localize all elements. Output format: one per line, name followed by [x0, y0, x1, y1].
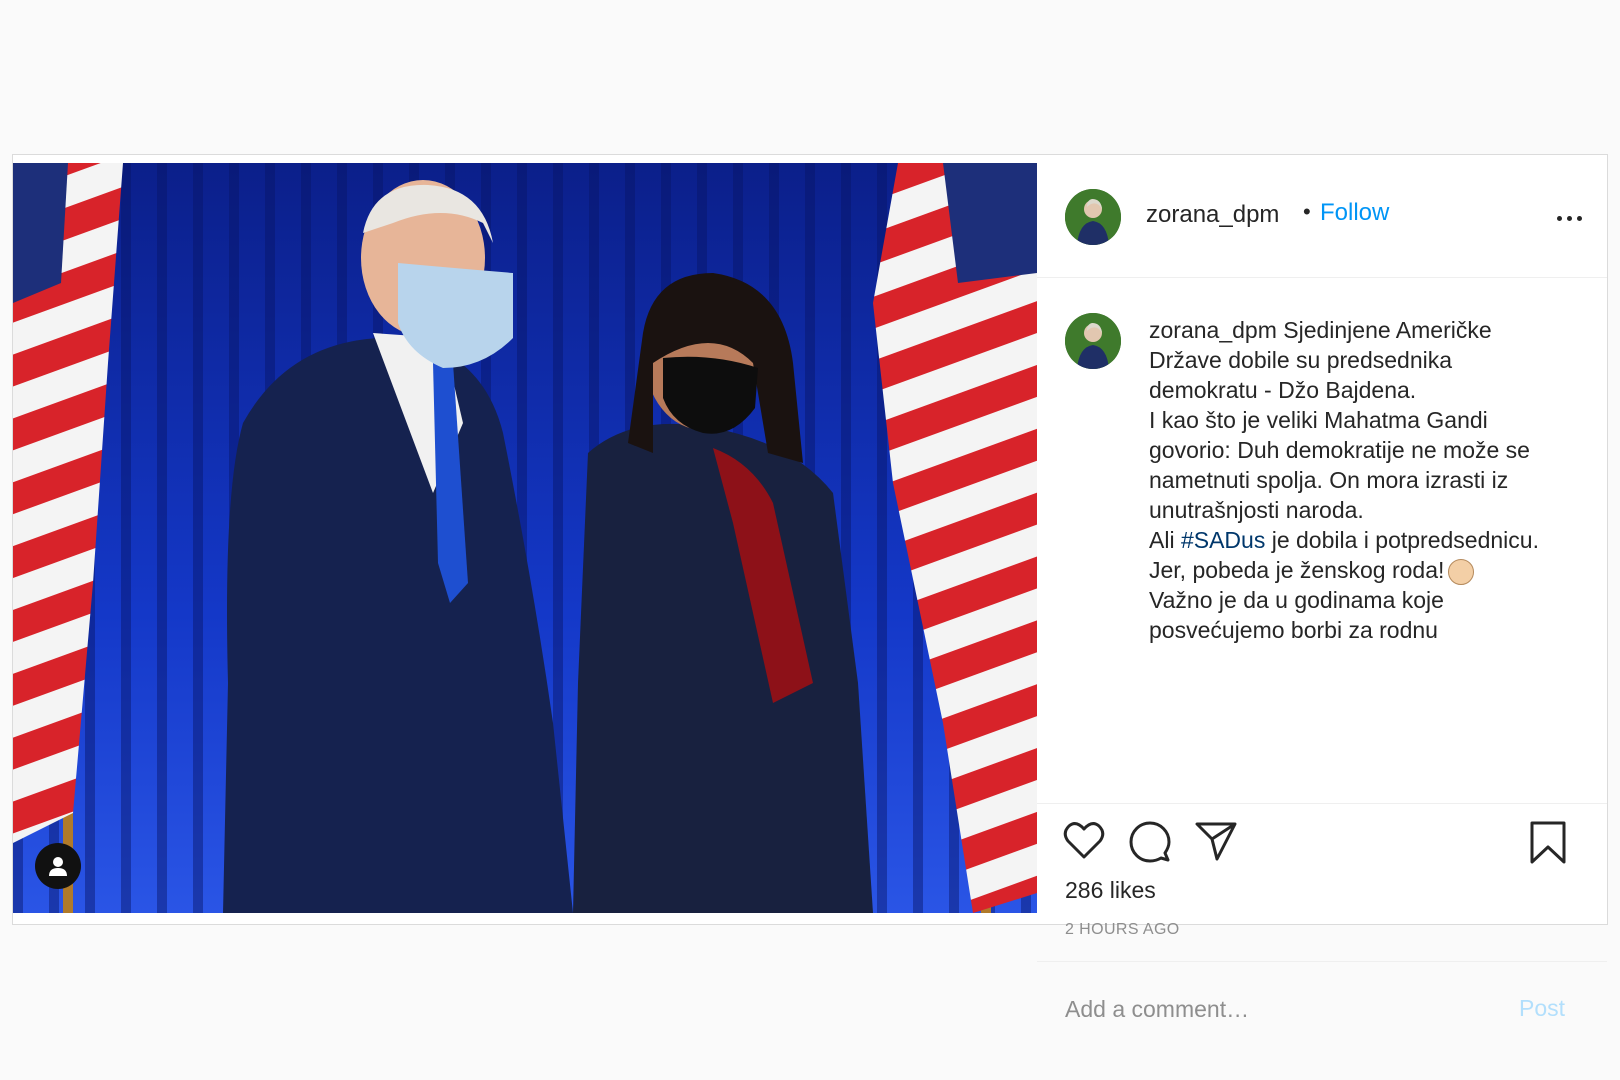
bookmark-icon[interactable] — [1529, 821, 1567, 870]
share-icon[interactable] — [1195, 821, 1237, 866]
dot — [1557, 215, 1562, 221]
post-sidebar: zorana_dpm • Follow zorana_dpm Sjedinjen… — [1037, 155, 1607, 1029]
caption-line: posvećujemo borbi za rodnu — [1149, 617, 1438, 643]
post-header: zorana_dpm • Follow — [1037, 155, 1607, 278]
caption-text: je dobila i potpredsednicu. — [1265, 527, 1539, 553]
comment-icon-shape — [1129, 821, 1171, 863]
caption-line: I kao što je veliki Mahatma Gandi — [1149, 407, 1488, 433]
caption-text: Sjedinjene Američke — [1283, 317, 1492, 343]
caption-line: demokratu - Džo Bajdena. — [1149, 377, 1417, 403]
avatar-image — [1065, 189, 1121, 245]
caption-line: zorana_dpm Sjedinjene Američke — [1149, 315, 1569, 345]
follow-button[interactable]: Follow — [1320, 199, 1389, 227]
comment-input[interactable] — [1065, 989, 1495, 1029]
heart-icon[interactable] — [1063, 821, 1105, 866]
post-username[interactable]: zorana_dpm — [1146, 201, 1279, 229]
instagram-post: zorana_dpm • Follow zorana_dpm Sjedinjen… — [12, 154, 1608, 1029]
dot — [1577, 215, 1582, 221]
post-photo[interactable] — [13, 163, 1037, 913]
caption-line: Države dobile su predsednika — [1149, 347, 1453, 373]
avatar[interactable] — [1065, 313, 1121, 369]
post-caption: zorana_dpm Sjedinjene Američke Države do… — [1149, 315, 1569, 645]
likes-count[interactable]: 286 likes — [1065, 877, 1156, 904]
caption-area[interactable]: zorana_dpm Sjedinjene Američke Države do… — [1037, 277, 1607, 804]
caption-text: Ali — [1149, 527, 1181, 553]
caption-line: Važno je da u godinama koje — [1149, 587, 1444, 613]
caption-line: Jer, pobeda je ženskog roda! — [1149, 555, 1569, 585]
divider — [1037, 961, 1607, 962]
post-timestamp[interactable]: 2 HOURS AGO — [1065, 921, 1180, 939]
user-silhouette-icon — [49, 857, 67, 876]
bookmark-icon-shape — [1530, 821, 1566, 864]
user-tag-icon[interactable] — [35, 843, 81, 889]
comment-icon[interactable] — [1129, 821, 1171, 868]
clapping-hands-emoji — [1448, 558, 1475, 585]
post-photo-image — [13, 163, 1037, 913]
caption-line: nametnuti spolja. On mora izrasti iz — [1149, 467, 1509, 493]
avatar-image — [1065, 313, 1121, 369]
caption-line: govorio: Duh demokratije ne može se — [1149, 437, 1530, 463]
avatar[interactable] — [1065, 189, 1121, 245]
share-icon-shape — [1195, 822, 1237, 861]
caption-username[interactable]: zorana_dpm — [1149, 317, 1277, 343]
caption-line: Ali #SADus je dobila i potpredsednicu. — [1149, 525, 1569, 555]
heart-icon-shape — [1063, 822, 1105, 859]
caption-line: unutrašnjosti naroda. — [1149, 497, 1364, 523]
dot — [1567, 215, 1572, 221]
caption-text: Jer, pobeda je ženskog roda! — [1149, 557, 1445, 583]
hashtag-link[interactable]: #SADus — [1181, 527, 1265, 553]
more-options-icon[interactable] — [1557, 213, 1587, 223]
post-comment-button[interactable]: Post — [1519, 995, 1565, 1022]
separator-dot: • — [1303, 199, 1311, 224]
action-bar — [1037, 805, 1607, 865]
